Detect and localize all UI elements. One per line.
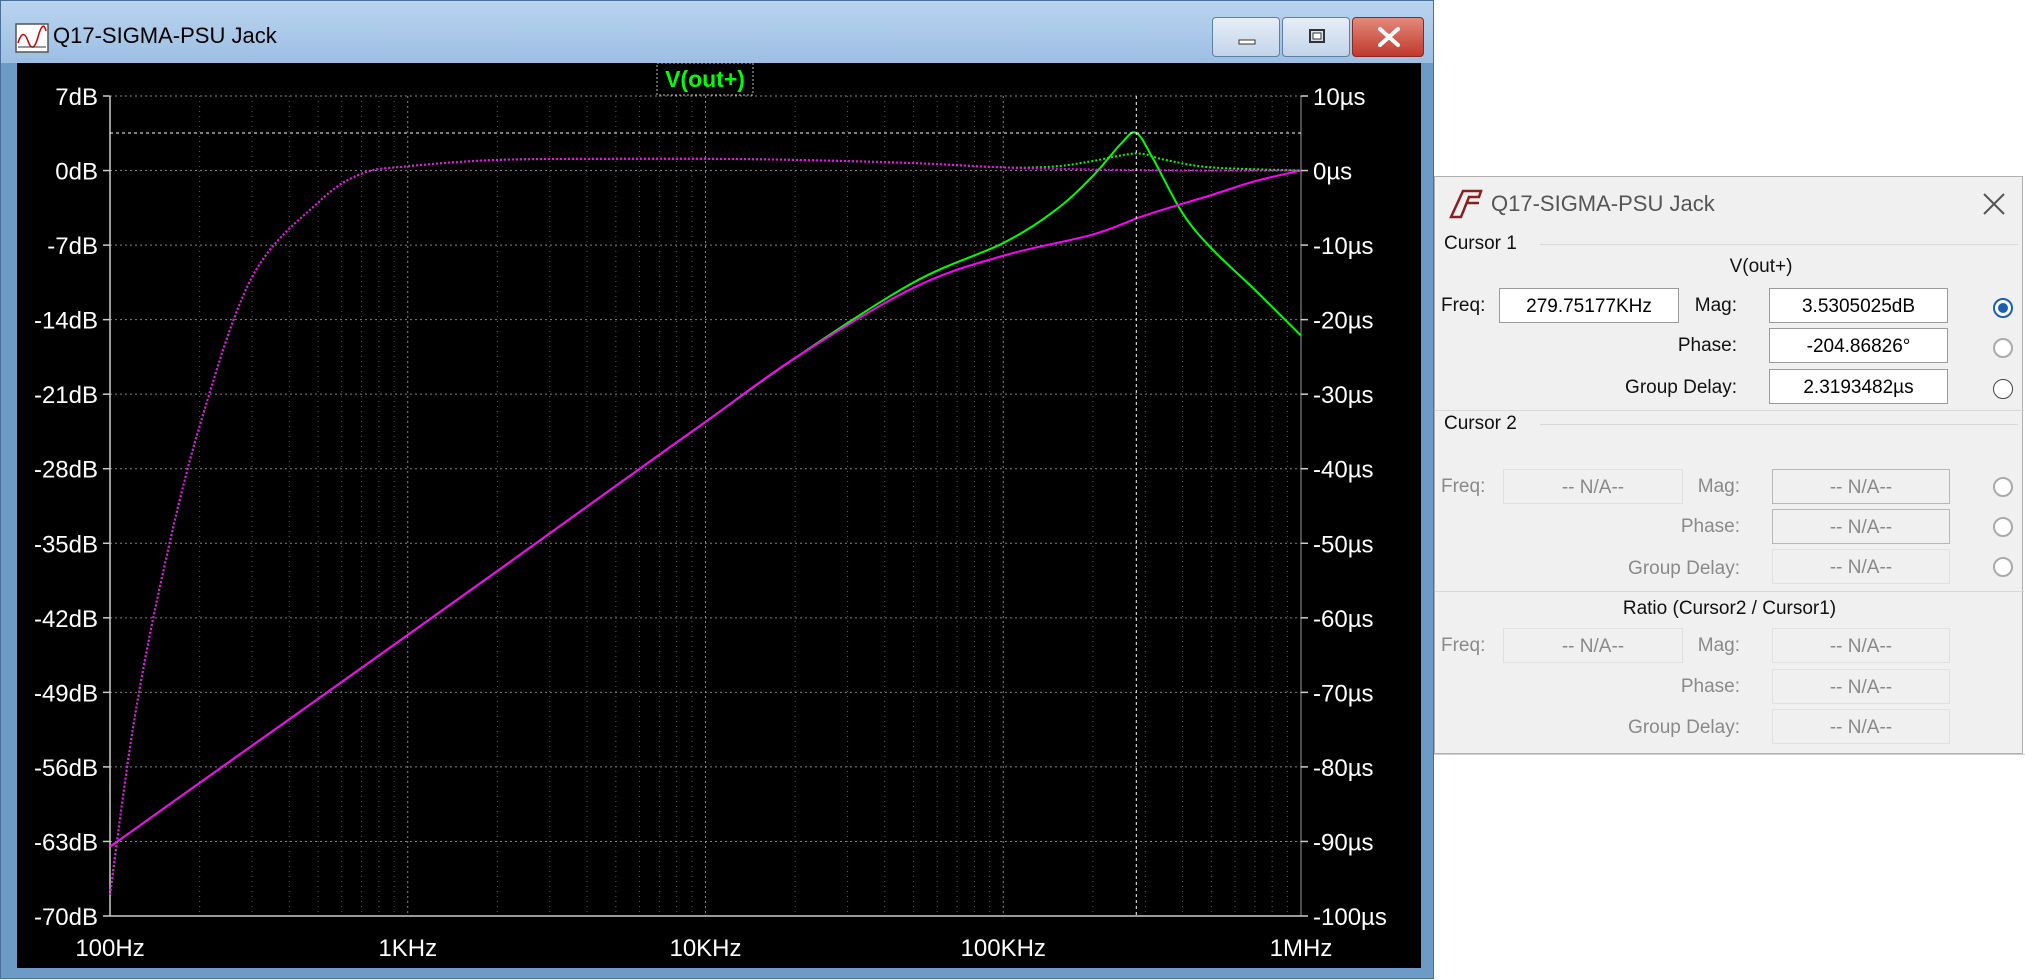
mag-radio[interactable] — [1993, 298, 2013, 318]
x-tick-label: 100Hz — [75, 935, 144, 962]
close-icon — [1378, 27, 1400, 47]
y-tick-label-right: -100µs — [1313, 904, 1387, 931]
cursor2-group-delay-label: Group Delay: — [1628, 558, 1740, 579]
window-title: Q17-SIGMA-PSU Jack — [53, 23, 277, 48]
y-tick-label-right: -10µs — [1313, 233, 1374, 260]
y-tick-label-right: -90µs — [1313, 829, 1374, 856]
y-tick-label-left: -28dB — [34, 457, 98, 484]
cursor2-phase-radio[interactable] — [1993, 517, 2013, 537]
y-tick-label-right: 0µs — [1313, 159, 1352, 186]
x-tick-label: 1KHz — [378, 935, 437, 962]
ratio-heading: Ratio (Cursor2 / Cursor1) — [1622, 598, 1837, 619]
y-tick-label-right: -80µs — [1313, 755, 1374, 782]
x-tick-label: 100KHz — [961, 935, 1046, 962]
phase-radio[interactable] — [1993, 338, 2013, 358]
y-tick-label-right: 10µs — [1313, 84, 1366, 111]
ratio-freq-label: Freq: — [1441, 635, 1486, 656]
minimize-button[interactable] — [1212, 17, 1280, 57]
cursor2-mag-field[interactable]: -- N/A-- — [1772, 469, 1950, 504]
mag-label: Mag: — [1694, 295, 1737, 316]
ratio-group-delay-label: Group Delay: — [1628, 717, 1740, 738]
cursor2-mag-radio[interactable] — [1993, 477, 2013, 497]
bode-plot[interactable]: 7dB 0dB -7dB -14dB -21dB -28dB -35dB -42dB -49dB… — [17, 63, 1421, 968]
y-tick-label-left: -49dB — [34, 680, 98, 707]
y-tick-label-right: -70µs — [1313, 680, 1374, 707]
trace-phase-dotted — [109, 152, 1302, 895]
ratio-phase-field[interactable]: -- N/A-- — [1772, 669, 1950, 704]
dialog-title: Q17-SIGMA-PSU Jack — [1491, 191, 1715, 216]
y-tick-label-left: -21dB — [34, 382, 98, 409]
y-tick-label-left: -14dB — [34, 308, 98, 335]
cursor1-group-delay-field[interactable]: 2.3193482µs — [1769, 369, 1948, 404]
y-tick-label-left: 0dB — [55, 159, 98, 186]
ltspice-logo-icon — [1449, 189, 1483, 219]
y-tick-label-left: -7dB — [47, 233, 98, 260]
y-tick-label-right: -30µs — [1313, 382, 1374, 409]
y-tick-label-left: -70dB — [34, 904, 98, 931]
grid — [103, 95, 1308, 917]
trace-legend-label[interactable]: V(out+) — [665, 66, 745, 92]
background-area-bottom — [1434, 754, 2025, 980]
freq-label: Freq: — [1441, 295, 1486, 316]
restore-icon — [1309, 29, 1325, 43]
y-tick-label-left: -42dB — [34, 606, 98, 633]
dialog-close-icon[interactable] — [1981, 191, 2007, 217]
title-bar[interactable]: Q17-SIGMA-PSU Jack — [1, 1, 1433, 63]
cursor-dialog: Q17-SIGMA-PSU Jack Cursor 1 V(out+) Freq… — [1434, 176, 2024, 754]
y-tick-label-left: -56dB — [34, 755, 98, 782]
cursor1-heading: Cursor 1 — [1444, 233, 1517, 254]
maximize-button[interactable] — [1282, 17, 1350, 57]
divider — [1435, 410, 2024, 411]
y-tick-label-right: -40µs — [1313, 457, 1374, 484]
cursor2-mag-label: Mag: — [1697, 476, 1740, 497]
divider — [1540, 244, 2018, 245]
trace-legend[interactable]: V(out+) — [656, 63, 754, 96]
y-tick-label-right: -60µs — [1313, 606, 1374, 633]
divider — [1435, 591, 2024, 592]
plot-pane[interactable]: 7dB 0dB -7dB -14dB -21dB -28dB -35dB -42dB -49dB… — [17, 63, 1421, 968]
cursor2-group-delay-radio[interactable] — [1993, 557, 2013, 577]
ratio-mag-label: Mag: — [1697, 635, 1740, 656]
waveform-window: Q17-SIGMA-PSU Jack 7dB 0dB -7dB -14dB -21dB -… — [0, 0, 1434, 979]
y-tick-label-left: -35dB — [34, 531, 98, 558]
trace-magnitude — [109, 131, 1302, 848]
y-tick-label-left: -63dB — [34, 829, 98, 856]
ratio-group-delay-field[interactable]: -- N/A-- — [1772, 709, 1950, 744]
cursor1-phase-field[interactable]: -204.86826° — [1769, 328, 1948, 363]
y-tick-label-right: -20µs — [1313, 308, 1374, 335]
y-tick-label-right: -50µs — [1313, 531, 1374, 558]
x-tick-label: 10KHz — [669, 935, 741, 962]
group-delay-radio[interactable] — [1993, 379, 2013, 399]
cursor2-phase-label: Phase: — [1680, 516, 1740, 537]
close-button[interactable] — [1352, 17, 1424, 57]
y-tick-label-left: 7dB — [55, 84, 98, 111]
group-delay-label: Group Delay: — [1625, 377, 1737, 398]
cursor2-phase-field[interactable]: -- N/A-- — [1772, 509, 1950, 544]
ratio-phase-label: Phase: — [1680, 676, 1740, 697]
cursor1-mag-field[interactable]: 3.5305025dB — [1769, 288, 1948, 323]
waveform-app-icon — [15, 23, 49, 53]
cursor2-freq-label: Freq: — [1441, 476, 1486, 497]
phase-label: Phase: — [1677, 335, 1737, 356]
divider — [1540, 424, 2018, 425]
ratio-mag-field[interactable]: -- N/A-- — [1772, 628, 1950, 663]
cursor2-heading: Cursor 2 — [1444, 413, 1517, 434]
cursor2-group-delay-field[interactable]: -- N/A-- — [1772, 549, 1950, 584]
x-tick-label: 1MHz — [1270, 935, 1333, 962]
cursor1-trace-name: V(out+) — [1729, 256, 1793, 277]
minimize-icon — [1238, 39, 1256, 45]
